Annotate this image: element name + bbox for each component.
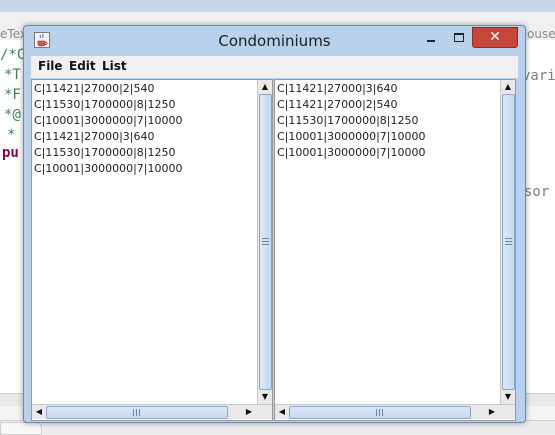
list-item[interactable]: C|11530|1700000|8|1250	[34, 98, 175, 111]
grip-line	[139, 409, 140, 416]
ide-bottom-tab[interactable]	[0, 422, 42, 435]
title-bar[interactable]: Condominiums ✕	[24, 26, 525, 54]
right-list-panel[interactable]: C|11421|27000|3|640 C|11421|27000|2|540 …	[274, 79, 516, 421]
left-list-panel[interactable]: C|11421|27000|2|540 C|11530|1700000|8|12…	[31, 79, 273, 421]
left-horizontal-scroll-thumb[interactable]	[46, 406, 228, 419]
menu-edit[interactable]: Edit	[69, 59, 96, 73]
scroll-left-arrow-icon[interactable]: ◀	[275, 405, 289, 419]
maximize-icon[interactable]	[446, 29, 472, 47]
code-fragment: *F	[4, 87, 21, 103]
scroll-down-arrow-icon[interactable]: ▼	[258, 390, 272, 404]
right-vertical-scroll-thumb[interactable]	[502, 94, 515, 390]
menu-file[interactable]: File	[38, 59, 63, 73]
grip-line	[505, 241, 512, 242]
list-item[interactable]: C|10001|3000000|7|10000	[277, 146, 425, 159]
code-fragment: vari	[522, 68, 555, 84]
code-fragment: sor	[524, 184, 550, 200]
grip-line	[262, 241, 269, 242]
minimize-icon[interactable]	[418, 29, 444, 47]
grip-line	[376, 409, 377, 416]
code-fragment: pu	[2, 145, 19, 161]
grip-line	[133, 409, 134, 416]
left-vertical-scroll-thumb[interactable]	[259, 94, 272, 390]
grip-line	[505, 238, 512, 239]
list-item[interactable]: C|10001|3000000|7|10000	[34, 114, 182, 127]
scroll-up-arrow-icon[interactable]: ▲	[501, 80, 515, 94]
code-fragment: *T	[4, 67, 21, 83]
code-fragment: *@	[4, 107, 21, 123]
left-vertical-scrollbar[interactable]: ▲ ▼	[257, 80, 272, 404]
list-item[interactable]: C|11421|27000|3|640	[277, 82, 397, 95]
list-item[interactable]: C|11421|27000|2|540	[277, 98, 397, 111]
right-horizontal-scrollbar[interactable]: ◀ ▶	[275, 404, 515, 419]
right-vertical-scrollbar[interactable]: ▲ ▼	[500, 80, 515, 404]
scroll-up-arrow-icon[interactable]: ▲	[258, 80, 272, 94]
scroll-right-arrow-icon[interactable]: ▶	[242, 405, 256, 419]
list-item[interactable]: C|11530|1700000|8|1250	[277, 114, 418, 127]
scroll-down-arrow-icon[interactable]: ▼	[501, 390, 515, 404]
right-horizontal-scroll-thumb[interactable]	[289, 406, 471, 419]
grip-line	[262, 244, 269, 245]
grip-line	[382, 409, 383, 416]
grip-line	[136, 409, 137, 416]
left-horizontal-scrollbar[interactable]: ◀ ▶	[32, 404, 272, 419]
grip-line	[505, 244, 512, 245]
close-icon[interactable]: ✕	[472, 27, 518, 48]
scroll-left-arrow-icon[interactable]: ◀	[32, 405, 46, 419]
code-fragment: /*C	[0, 47, 26, 63]
condominiums-window: Condominiums ✕ File Edit List C|11421|27…	[23, 25, 526, 423]
list-item[interactable]: C|10001|3000000|7|10000	[34, 162, 182, 175]
menu-bar: File Edit List	[31, 56, 518, 78]
list-item[interactable]: C|10001|3000000|7|10000	[277, 130, 425, 143]
list-item[interactable]: C|11421|27000|2|540	[34, 82, 154, 95]
menu-list[interactable]: List	[102, 59, 127, 73]
grip-line	[262, 238, 269, 239]
grip-line	[379, 409, 380, 416]
list-item[interactable]: C|11421|27000|3|640	[34, 130, 154, 143]
list-item[interactable]: C|11530|1700000|8|1250	[34, 146, 175, 159]
scroll-right-arrow-icon[interactable]: ▶	[485, 405, 499, 419]
code-fragment: *	[7, 127, 16, 143]
